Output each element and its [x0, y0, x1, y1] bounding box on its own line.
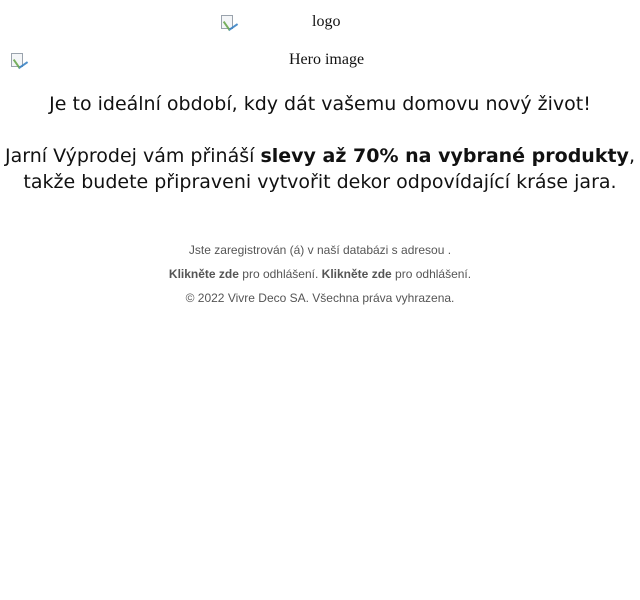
- copyright-text: © 2022 Vivre Deco SA. Všechna práva vyhr…: [185, 291, 455, 305]
- unsubscribe-line: Klikněte zde pro odhlášení. Klikněte zde…: [0, 267, 640, 281]
- unsubscribe-text: pro odhlášení.: [238, 267, 322, 281]
- unsubscribe-link[interactable]: Klikněte zde: [169, 267, 239, 281]
- hero-alt-text: Hero image: [289, 51, 365, 68]
- logo-image: logo: [220, 12, 340, 32]
- hero-image: Hero image: [10, 50, 630, 70]
- sale-text: Jarní Výprodej vám přináší slevy až 70% …: [0, 143, 640, 169]
- intro-text: Je to ideální období, kdy dát vašemu dom…: [49, 93, 591, 115]
- sale-prefix: Jarní Výprodej vám přináší: [5, 145, 261, 167]
- logo-alt-text: logo: [312, 13, 341, 30]
- broken-image-icon: [220, 14, 239, 32]
- sale-highlight: slevy až 70% na vybrané produkty: [260, 145, 629, 167]
- sale-text-continued: takže budete připraveni vytvořit dekor o…: [23, 171, 617, 193]
- sale-suffix: ,: [628, 145, 635, 167]
- registration-notice: Jste zaregistrován (á) v naší databázi s…: [188, 243, 452, 257]
- unsubscribe-text-2: pro odhlášení.: [391, 267, 472, 281]
- unsubscribe-link-2[interactable]: Klikněte zde: [322, 267, 392, 281]
- broken-image-icon: [10, 52, 29, 70]
